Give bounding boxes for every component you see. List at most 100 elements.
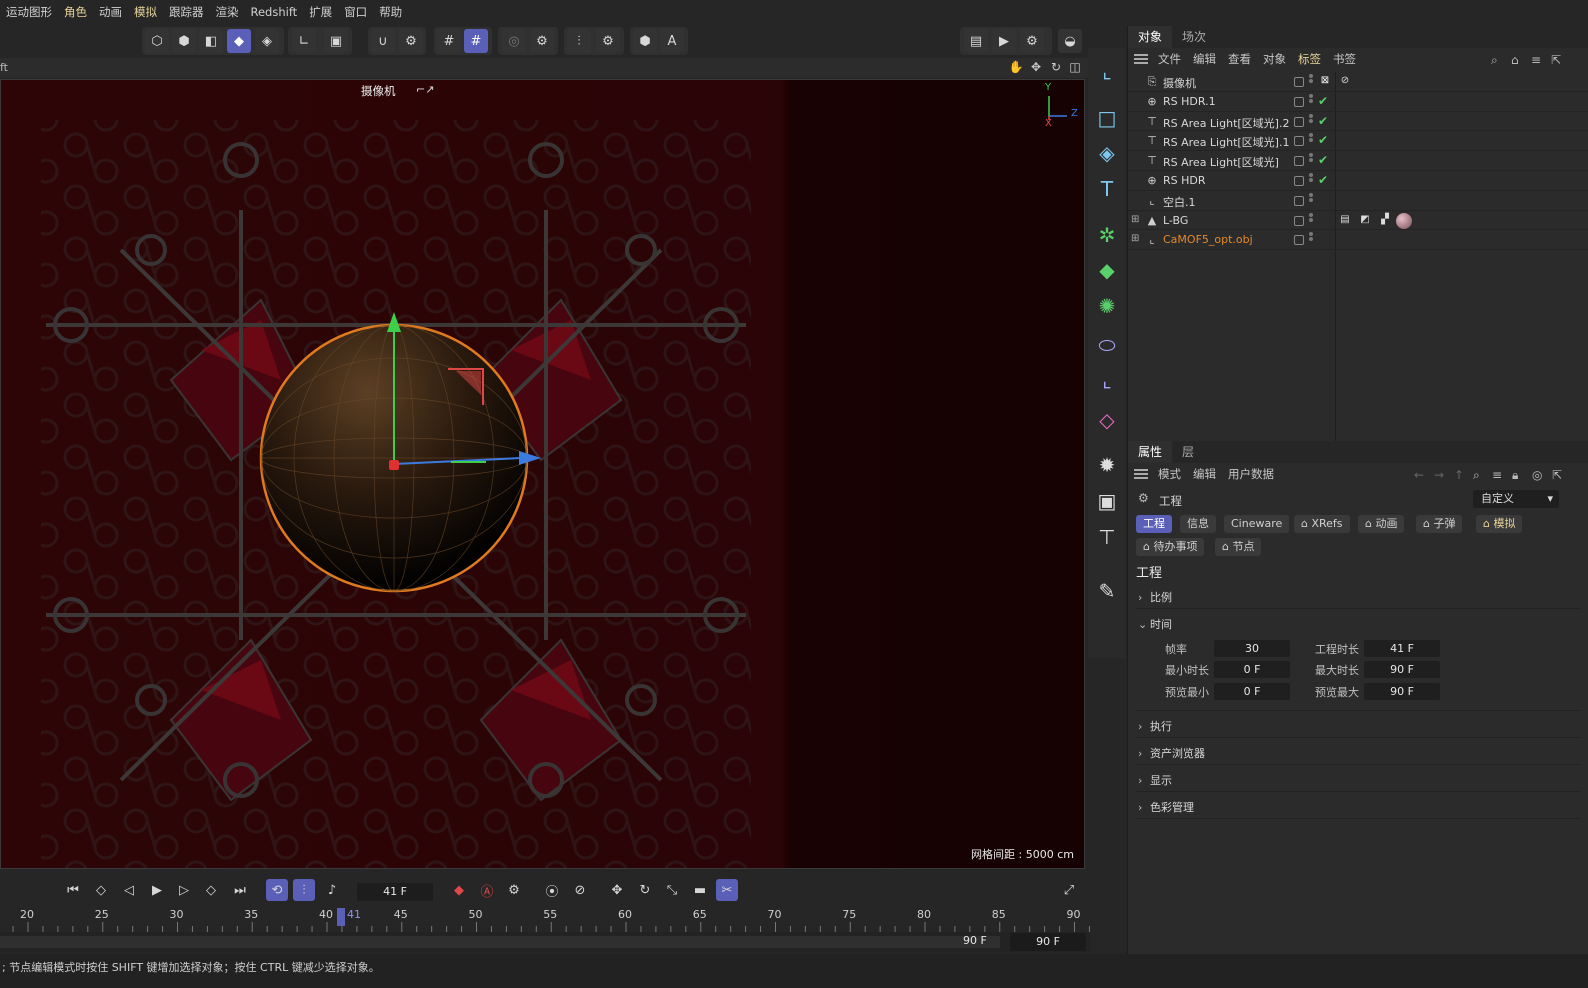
prev-key-icon[interactable]: ◇ <box>90 879 112 901</box>
go-to-end-icon[interactable]: ⏭ <box>229 879 251 901</box>
object-row[interactable]: ⎘ 摄像机 ⊠ ⊘ <box>1128 72 1588 92</box>
hamburger-icon[interactable] <box>1134 54 1148 64</box>
pill-animation[interactable]: ⌂ 动画 <box>1358 515 1405 533</box>
points-mode-icon[interactable]: ⬡ <box>145 29 169 53</box>
layer-icon[interactable] <box>1294 77 1304 87</box>
attr-menu-userdata[interactable]: 用户数据 <box>1222 466 1280 482</box>
attr-menu-mode[interactable]: 模式 <box>1152 466 1187 482</box>
pill-project[interactable]: 工程 <box>1136 515 1172 533</box>
section-asset-browser[interactable]: › 资产浏览器 <box>1138 745 1205 761</box>
axis-mode-icon[interactable]: ∟ <box>292 29 316 53</box>
tab-layers[interactable]: 层 <box>1172 441 1204 463</box>
play-icon[interactable]: ▶ <box>146 879 168 901</box>
section-color-management[interactable]: › 色彩管理 <box>1138 799 1194 815</box>
edit-tool-icon[interactable]: ✎ <box>1092 576 1122 606</box>
visibility-dots-icon[interactable] <box>1309 172 1313 188</box>
visibility-dots-icon[interactable] <box>1309 113 1313 129</box>
maximize-view-icon[interactable]: ◫ <box>1067 60 1083 76</box>
go-to-start-icon[interactable]: ⏮ <box>62 879 84 901</box>
audio-scrub-icon[interactable]: ⫶ <box>293 879 315 901</box>
min-time-field[interactable]: 0 F <box>1214 661 1290 678</box>
object-name[interactable]: RS Area Light[区域光].2 <box>1163 115 1289 131</box>
move-view-icon[interactable]: ✥ <box>1028 60 1044 76</box>
layer-icon[interactable] <box>1294 235 1304 246</box>
soft-select-settings-icon[interactable]: ⚙ <box>530 29 554 53</box>
snap-magnet-icon[interactable]: ∪ <box>371 29 395 53</box>
section-display[interactable]: › 显示 <box>1138 772 1172 788</box>
expand-icon[interactable]: ⊞ <box>1131 234 1141 244</box>
pill-simulation[interactable]: ⌂ 模拟 <box>1476 515 1523 533</box>
key-param-icon[interactable]: ▬ <box>689 879 711 901</box>
pill-cineware[interactable]: Cineware <box>1224 515 1290 533</box>
forward-arrow-icon[interactable]: → <box>1434 468 1444 482</box>
visibility-dots-icon[interactable] <box>1309 133 1313 148</box>
range-end-field[interactable]: 90 F <box>1010 933 1086 951</box>
model-mode-icon[interactable]: ◆ <box>227 29 251 53</box>
clapper-tag-icon[interactable]: ▤ <box>1338 213 1352 227</box>
texture-mode-icon[interactable]: ◈ <box>255 29 279 53</box>
menu-render[interactable]: 渲染 <box>210 4 245 20</box>
pill-nodes[interactable]: ⌂ 节点 <box>1215 538 1262 556</box>
next-frame-icon[interactable]: ▷ <box>173 879 195 901</box>
om-menu-edit[interactable]: 编辑 <box>1187 51 1222 67</box>
3d-viewport[interactable]: Y Z X 摄像机 ⌐↗ 网格间距 : 5000 cm <box>0 79 1085 869</box>
auto-key-icon[interactable]: A <box>660 29 684 53</box>
menu-redshift[interactable]: Redshift <box>245 5 304 19</box>
object-name[interactable]: 摄像机 <box>1163 75 1196 91</box>
target-icon[interactable]: ◎ <box>1532 468 1542 482</box>
enabled-check-icon[interactable]: ✔ <box>1318 133 1328 147</box>
home-icon[interactable]: ⌂ <box>1511 53 1519 67</box>
section-scale[interactable]: › 比例 <box>1138 589 1172 605</box>
disabled-tag-icon[interactable]: ⊘ <box>1338 74 1352 88</box>
viewport-menu-label[interactable]: ft <box>0 61 8 74</box>
attr-menu-edit[interactable]: 编辑 <box>1187 466 1222 482</box>
text-tool-icon[interactable]: T <box>1092 174 1122 204</box>
object-row[interactable]: ⊤ RS Area Light[区域光].1 ✔ <box>1128 131 1588 152</box>
enabled-check-icon[interactable]: ✔ <box>1318 94 1328 108</box>
null-object-icon[interactable]: ⌞ <box>1092 56 1122 86</box>
object-name[interactable]: L-BG <box>1163 214 1188 227</box>
spline-rectangle-icon[interactable]: □ <box>1092 103 1122 133</box>
search-icon[interactable]: ⌕ <box>1473 468 1480 483</box>
visibility-dots-icon[interactable] <box>1309 74 1313 89</box>
menu-window[interactable]: 窗口 <box>338 4 373 20</box>
pill-xrefs[interactable]: ⌂ XRefs <box>1294 515 1350 533</box>
key-position-icon[interactable]: ✥ <box>606 879 628 901</box>
range-track[interactable] <box>0 936 1000 948</box>
om-menu-view[interactable]: 查看 <box>1222 51 1257 67</box>
effector-icon[interactable]: ✺ <box>1092 291 1122 321</box>
om-menu-file[interactable]: 文件 <box>1152 51 1187 67</box>
hamburger-icon[interactable] <box>1134 469 1148 479</box>
menu-help[interactable]: 帮助 <box>373 4 408 20</box>
enabled-check-icon[interactable]: ✔ <box>1318 153 1328 167</box>
tab-takes[interactable]: 场次 <box>1172 26 1216 48</box>
object-row[interactable]: ⊤ RS Area Light[区域光].2 ✔ <box>1128 112 1588 132</box>
up-arrow-icon[interactable]: ↑ <box>1454 468 1464 482</box>
camera-tool-icon[interactable]: ▣ <box>1092 486 1122 516</box>
object-name[interactable]: RS HDR <box>1163 174 1206 187</box>
grid-snap-icon[interactable]: # <box>464 29 488 53</box>
symmetry-settings-icon[interactable]: ⚙ <box>596 29 620 53</box>
enabled-check-icon[interactable]: ✔ <box>1318 114 1328 128</box>
tab-objects[interactable]: 对象 <box>1128 26 1173 48</box>
visibility-dots-icon[interactable] <box>1309 93 1313 109</box>
cube-icon[interactable]: ◈ <box>1092 138 1122 168</box>
key-scale-icon[interactable]: ⤡ <box>661 879 683 901</box>
search-icon[interactable]: ⌕ <box>1491 53 1498 68</box>
pill-bullet[interactable]: ⌂ 子弹 <box>1416 515 1463 533</box>
visibility-dots-icon[interactable] <box>1309 212 1313 228</box>
object-row[interactable]: ⊞ ▲ L-BG ▤ ◩ ▞ <box>1128 211 1588 231</box>
om-menu-object[interactable]: 对象 <box>1257 51 1292 67</box>
popout-icon[interactable]: ⇱ <box>1551 53 1561 67</box>
menu-simulate[interactable]: 模拟 <box>128 4 163 20</box>
protection-tag-icon[interactable]: ⊠ <box>1318 74 1332 88</box>
layer-icon[interactable] <box>1294 195 1304 206</box>
section-time[interactable]: ⌄ 时间 <box>1138 616 1172 632</box>
filter-icon[interactable]: ≡ <box>1531 53 1541 67</box>
preview-max-field[interactable]: 90 F <box>1364 683 1440 700</box>
deformer-icon[interactable]: ⬭ <box>1092 330 1122 360</box>
mograph-icon[interactable]: ◆ <box>1092 255 1122 285</box>
fps-field[interactable]: 30 <box>1214 640 1290 657</box>
keyframe-selection-icon[interactable]: ⦿ <box>541 879 563 901</box>
edges-mode-icon[interactable]: ⬢ <box>172 29 196 53</box>
